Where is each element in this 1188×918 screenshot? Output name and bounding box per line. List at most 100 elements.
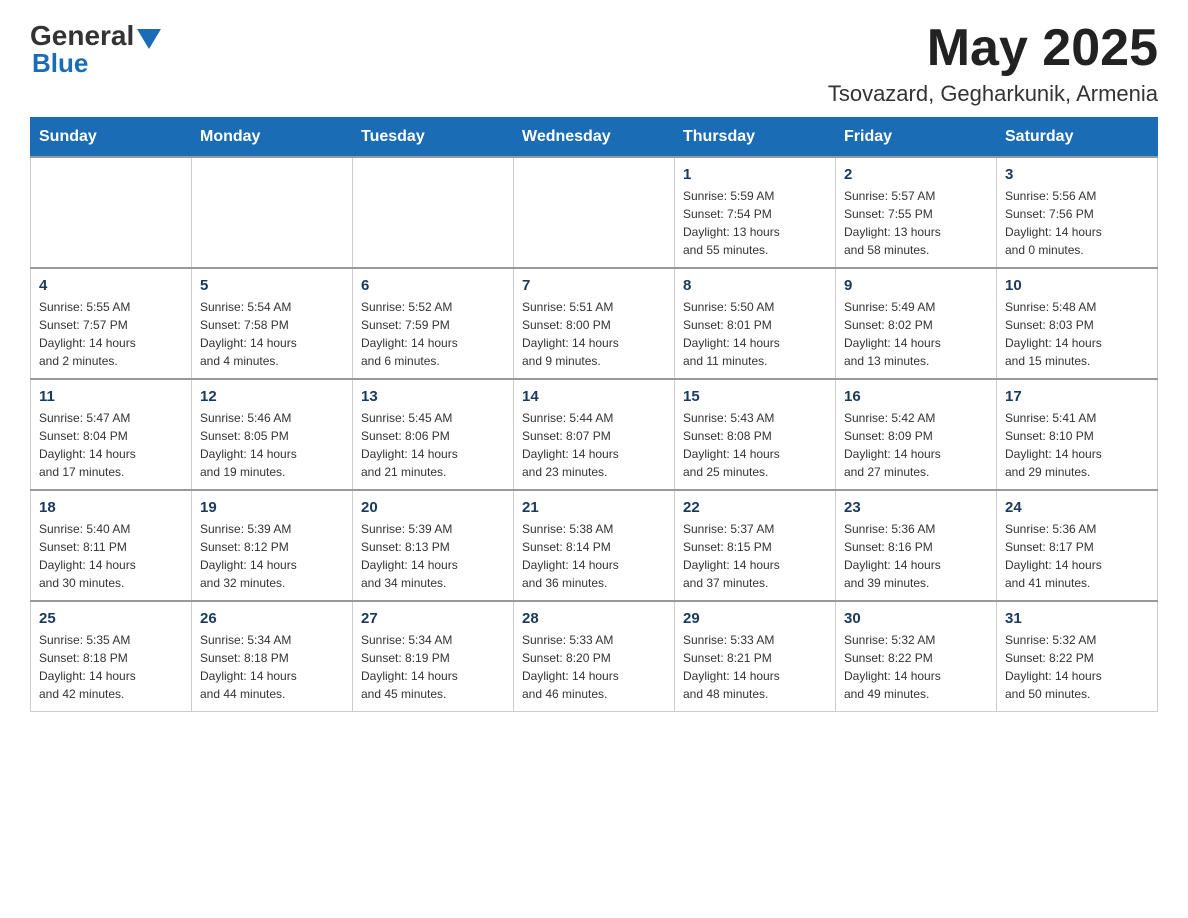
- day-number: 13: [361, 388, 505, 405]
- day-cell: 17 Sunrise: 5:41 AM Sunset: 8:10 PM Dayli…: [997, 379, 1158, 490]
- day-info: Sunrise: 5:32 AM Sunset: 8:22 PM Dayligh…: [844, 631, 988, 703]
- day-info: Sunrise: 5:57 AM Sunset: 7:55 PM Dayligh…: [844, 187, 988, 259]
- day-cell: [192, 157, 353, 268]
- day-number: 7: [522, 277, 666, 294]
- day-cell: 4 Sunrise: 5:55 AM Sunset: 7:57 PM Daylig…: [31, 268, 192, 379]
- week-row-1: 1Sunrise: 5:59 AM Sunset: 7:54 PM Daylig…: [31, 157, 1158, 268]
- day-number: 23: [844, 499, 988, 516]
- col-header-sunday: Sunday: [31, 118, 192, 158]
- day-number: 5: [200, 277, 344, 294]
- day-cell: 25Sunrise: 5:35 AM Sunset: 8:18 PM Dayli…: [31, 601, 192, 712]
- day-info: Sunrise: 5:39 AM Sunset: 8:13 PM Dayligh…: [361, 520, 505, 592]
- day-number: 9: [844, 277, 988, 294]
- week-row-4: 18Sunrise: 5:40 AM Sunset: 8:11 PM Dayli…: [31, 490, 1158, 601]
- day-info: Sunrise: 5:32 AM Sunset: 8:22 PM Dayligh…: [1005, 631, 1149, 703]
- day-cell: 2Sunrise: 5:57 AM Sunset: 7:55 PM Daylig…: [836, 157, 997, 268]
- week-row-2: 4 Sunrise: 5:55 AM Sunset: 7:57 PM Daylig…: [31, 268, 1158, 379]
- day-info: Sunrise: 5:40 AM Sunset: 8:11 PM Dayligh…: [39, 520, 183, 592]
- day-cell: 5 Sunrise: 5:54 AM Sunset: 7:58 PM Daylig…: [192, 268, 353, 379]
- day-info: Sunrise: 5:34 AM Sunset: 8:19 PM Dayligh…: [361, 631, 505, 703]
- day-number: 15: [683, 388, 827, 405]
- day-number: 11: [39, 388, 183, 405]
- day-info: Sunrise: 5:33 AM Sunset: 8:20 PM Dayligh…: [522, 631, 666, 703]
- day-cell: 21Sunrise: 5:38 AM Sunset: 8:14 PM Dayli…: [514, 490, 675, 601]
- day-cell: 14 Sunrise: 5:44 AM Sunset: 8:07 PM Dayli…: [514, 379, 675, 490]
- day-info: Sunrise: 5:36 AM Sunset: 8:16 PM Dayligh…: [844, 520, 988, 592]
- day-number: 25: [39, 610, 183, 627]
- day-info: Sunrise: 5:33 AM Sunset: 8:21 PM Dayligh…: [683, 631, 827, 703]
- day-cell: 16 Sunrise: 5:42 AM Sunset: 8:09 PM Dayli…: [836, 379, 997, 490]
- day-info: Sunrise: 5:48 AM Sunset: 8:03 PM Dayligh…: [1005, 298, 1149, 370]
- day-cell: 28 Sunrise: 5:33 AM Sunset: 8:20 PM Dayli…: [514, 601, 675, 712]
- day-cell: 3 Sunrise: 5:56 AM Sunset: 7:56 PM Daylig…: [997, 157, 1158, 268]
- day-number: 21: [522, 499, 666, 516]
- day-info: Sunrise: 5:49 AM Sunset: 8:02 PM Dayligh…: [844, 298, 988, 370]
- day-cell: 31 Sunrise: 5:32 AM Sunset: 8:22 PM Dayli…: [997, 601, 1158, 712]
- day-info: Sunrise: 5:44 AM Sunset: 8:07 PM Dayligh…: [522, 409, 666, 481]
- day-info: Sunrise: 5:56 AM Sunset: 7:56 PM Dayligh…: [1005, 187, 1149, 259]
- day-cell: 18Sunrise: 5:40 AM Sunset: 8:11 PM Dayli…: [31, 490, 192, 601]
- day-number: 3: [1005, 166, 1149, 183]
- col-header-saturday: Saturday: [997, 118, 1158, 158]
- day-cell: 23 Sunrise: 5:36 AM Sunset: 8:16 PM Dayli…: [836, 490, 997, 601]
- day-info: Sunrise: 5:46 AM Sunset: 8:05 PM Dayligh…: [200, 409, 344, 481]
- day-cell: 15 Sunrise: 5:43 AM Sunset: 8:08 PM Dayli…: [675, 379, 836, 490]
- day-cell: 13 Sunrise: 5:45 AM Sunset: 8:06 PM Dayli…: [353, 379, 514, 490]
- day-number: 6: [361, 277, 505, 294]
- logo-triangle-icon: [137, 29, 161, 49]
- day-info: Sunrise: 5:41 AM Sunset: 8:10 PM Dayligh…: [1005, 409, 1149, 481]
- day-number: 22: [683, 499, 827, 516]
- day-number: 17: [1005, 388, 1149, 405]
- day-cell: [353, 157, 514, 268]
- day-number: 19: [200, 499, 344, 516]
- day-number: 26: [200, 610, 344, 627]
- day-cell: 30 Sunrise: 5:32 AM Sunset: 8:22 PM Dayli…: [836, 601, 997, 712]
- day-cell: 12Sunrise: 5:46 AM Sunset: 8:05 PM Dayli…: [192, 379, 353, 490]
- day-number: 8: [683, 277, 827, 294]
- day-cell: 29 Sunrise: 5:33 AM Sunset: 8:21 PM Dayli…: [675, 601, 836, 712]
- day-number: 16: [844, 388, 988, 405]
- day-info: Sunrise: 5:43 AM Sunset: 8:08 PM Dayligh…: [683, 409, 827, 481]
- day-cell: 11 Sunrise: 5:47 AM Sunset: 8:04 PM Dayli…: [31, 379, 192, 490]
- day-cell: 7Sunrise: 5:51 AM Sunset: 8:00 PM Daylig…: [514, 268, 675, 379]
- day-info: Sunrise: 5:39 AM Sunset: 8:12 PM Dayligh…: [200, 520, 344, 592]
- day-cell: 22 Sunrise: 5:37 AM Sunset: 8:15 PM Dayli…: [675, 490, 836, 601]
- day-number: 4: [39, 277, 183, 294]
- day-info: Sunrise: 5:42 AM Sunset: 8:09 PM Dayligh…: [844, 409, 988, 481]
- day-number: 29: [683, 610, 827, 627]
- col-header-tuesday: Tuesday: [353, 118, 514, 158]
- day-cell: 27Sunrise: 5:34 AM Sunset: 8:19 PM Dayli…: [353, 601, 514, 712]
- week-row-3: 11 Sunrise: 5:47 AM Sunset: 8:04 PM Dayli…: [31, 379, 1158, 490]
- title-section: May 2025 Tsovazard, Gegharkunik, Armenia: [828, 20, 1158, 107]
- day-info: Sunrise: 5:45 AM Sunset: 8:06 PM Dayligh…: [361, 409, 505, 481]
- week-row-5: 25Sunrise: 5:35 AM Sunset: 8:18 PM Dayli…: [31, 601, 1158, 712]
- logo-blue-text: Blue: [32, 48, 161, 79]
- day-info: Sunrise: 5:55 AM Sunset: 7:57 PM Dayligh…: [39, 298, 183, 370]
- day-cell: 1Sunrise: 5:59 AM Sunset: 7:54 PM Daylig…: [675, 157, 836, 268]
- logo: General Blue: [30, 20, 161, 79]
- day-cell: 8Sunrise: 5:50 AM Sunset: 8:01 PM Daylig…: [675, 268, 836, 379]
- day-cell: 24Sunrise: 5:36 AM Sunset: 8:17 PM Dayli…: [997, 490, 1158, 601]
- day-cell: 6Sunrise: 5:52 AM Sunset: 7:59 PM Daylig…: [353, 268, 514, 379]
- day-number: 30: [844, 610, 988, 627]
- day-number: 14: [522, 388, 666, 405]
- day-cell: [31, 157, 192, 268]
- day-info: Sunrise: 5:34 AM Sunset: 8:18 PM Dayligh…: [200, 631, 344, 703]
- location-title: Tsovazard, Gegharkunik, Armenia: [828, 81, 1158, 107]
- day-cell: 9 Sunrise: 5:49 AM Sunset: 8:02 PM Daylig…: [836, 268, 997, 379]
- day-cell: 20Sunrise: 5:39 AM Sunset: 8:13 PM Dayli…: [353, 490, 514, 601]
- day-cell: 10 Sunrise: 5:48 AM Sunset: 8:03 PM Dayli…: [997, 268, 1158, 379]
- day-info: Sunrise: 5:37 AM Sunset: 8:15 PM Dayligh…: [683, 520, 827, 592]
- header-row: SundayMondayTuesdayWednesdayThursdayFrid…: [31, 118, 1158, 158]
- day-number: 31: [1005, 610, 1149, 627]
- day-cell: 19 Sunrise: 5:39 AM Sunset: 8:12 PM Dayli…: [192, 490, 353, 601]
- day-number: 28: [522, 610, 666, 627]
- col-header-wednesday: Wednesday: [514, 118, 675, 158]
- col-header-thursday: Thursday: [675, 118, 836, 158]
- calendar-table: SundayMondayTuesdayWednesdayThursdayFrid…: [30, 117, 1158, 712]
- day-info: Sunrise: 5:54 AM Sunset: 7:58 PM Dayligh…: [200, 298, 344, 370]
- day-number: 1: [683, 166, 827, 183]
- day-info: Sunrise: 5:47 AM Sunset: 8:04 PM Dayligh…: [39, 409, 183, 481]
- day-number: 24: [1005, 499, 1149, 516]
- day-number: 10: [1005, 277, 1149, 294]
